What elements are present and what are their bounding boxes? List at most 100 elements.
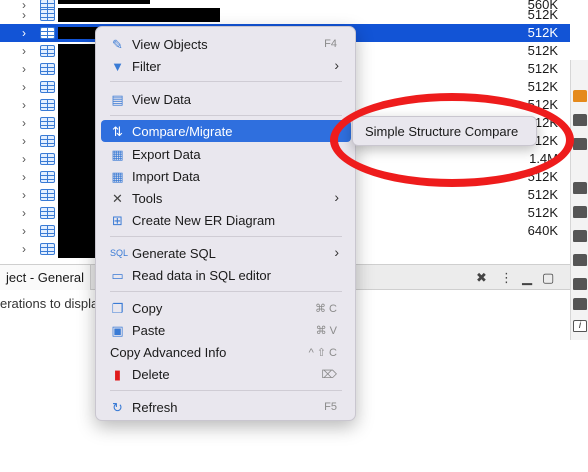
menu-item-export-data[interactable]: ▦ Export Data [101, 143, 351, 165]
folder-icon[interactable] [573, 230, 587, 242]
table-size: 512K [527, 43, 558, 58]
redaction-bar [58, 0, 150, 4]
chevron-right-icon[interactable]: › [22, 134, 26, 148]
menu-item-label: Create New ER Diagram [132, 213, 276, 228]
menu-item-compare-migrate[interactable]: ⇅ Compare/Migrate › [101, 120, 351, 142]
chevron-right-icon[interactable]: › [22, 44, 26, 58]
menu-item-tools[interactable]: ✕ Tools › [101, 187, 351, 209]
chevron-right-icon[interactable]: › [22, 116, 26, 130]
menu-item-label: Refresh [132, 400, 178, 415]
shortcut-label: F4 [324, 38, 337, 50]
sql-icon: SQL [110, 248, 129, 258]
table-icon [40, 99, 55, 111]
chevron-right-icon[interactable]: › [22, 242, 26, 256]
tab-object-general[interactable]: ject - General [0, 265, 92, 290]
shortcut-label: ⌘ V [315, 325, 337, 337]
chevron-right-icon[interactable]: › [22, 170, 26, 184]
menu-item-label: Paste [132, 323, 166, 338]
table-icon [40, 171, 55, 183]
chevron-right-icon[interactable]: › [22, 152, 26, 166]
menu-item-paste[interactable]: ▣ Paste ⌘ V [101, 319, 351, 341]
er-diagram-icon: ⊞ [112, 213, 123, 228]
export-icon: ▦ [111, 147, 124, 162]
table-size: 512K [527, 61, 558, 76]
table-icon [40, 81, 55, 93]
folder-icon[interactable] [573, 254, 587, 266]
menu-item-filter[interactable]: ▼ Filter › [101, 55, 351, 77]
tools-icon: ✕ [112, 191, 123, 206]
chevron-right-icon[interactable]: › [22, 26, 26, 40]
table-icon [40, 45, 55, 57]
chevron-right-icon[interactable]: › [22, 8, 26, 22]
redaction-bar [58, 44, 96, 258]
palette-icon[interactable] [573, 90, 587, 102]
shortcut-label: ⌘ C [315, 303, 337, 315]
table-icon [40, 207, 55, 219]
menu-item-delete[interactable]: ▮ Delete ⌦ [101, 363, 351, 385]
folder-icon[interactable] [573, 278, 587, 290]
menu-item-generate-sql[interactable]: SQL Generate SQL › [101, 242, 351, 264]
table-icon [40, 225, 55, 237]
annotation-ellipse [330, 93, 574, 187]
menu-item-label: Delete [132, 367, 170, 382]
table-icon [40, 117, 55, 129]
menu-item-label: Compare/Migrate [132, 124, 233, 139]
chevron-right-icon: › [334, 244, 339, 260]
table-icon [40, 135, 55, 147]
chevron-right-icon[interactable]: › [22, 224, 26, 238]
shortcut-label: F5 [324, 401, 337, 413]
minimize-icon[interactable]: ▁ [522, 270, 532, 286]
maximize-icon[interactable]: ▢ [542, 270, 554, 286]
menu-item-label: Filter [132, 59, 161, 74]
table-size: 512K [527, 205, 558, 220]
menu-item-copy-advanced-info[interactable]: Copy Advanced Info ^ ⇧ C [101, 341, 351, 363]
menu-item-label: Copy Advanced Info [110, 345, 227, 360]
menu-item-label: View Data [132, 92, 192, 107]
folder-icon[interactable] [573, 206, 587, 218]
table-icon [40, 27, 55, 39]
chevron-right-icon[interactable]: › [22, 98, 26, 112]
eye-icon[interactable] [573, 138, 587, 150]
table-icon [40, 243, 55, 255]
tools-icon[interactable]: ✖ [476, 270, 487, 286]
menu-item-label: Copy [132, 301, 163, 316]
info-icon[interactable]: i [573, 320, 587, 332]
table-icon [40, 153, 55, 165]
chevron-right-icon[interactable]: › [22, 62, 26, 76]
import-icon: ▦ [111, 169, 124, 184]
menu-item-import-data[interactable]: ▦ Import Data [101, 165, 351, 187]
menu-separator [110, 291, 342, 292]
refresh-icon: ↻ [112, 400, 123, 415]
filter-icon: ▼ [111, 59, 124, 74]
right-toolbar: i [570, 60, 588, 340]
shortcut-label: ⌦ [321, 369, 337, 381]
table-size: 512K [527, 7, 558, 22]
sql-editor-icon: ▭ [111, 268, 124, 283]
table-icon [40, 9, 55, 21]
paste-icon: ▣ [111, 323, 124, 338]
menu-item-create-er-diagram[interactable]: ⊞ Create New ER Diagram [101, 209, 351, 231]
chevron-right-icon: › [334, 189, 339, 205]
menu-item-copy[interactable]: ❐ Copy ⌘ C [101, 297, 351, 319]
eye-icon[interactable] [573, 114, 587, 126]
menu-item-read-sql-editor[interactable]: ▭ Read data in SQL editor [101, 264, 351, 286]
chevron-right-icon[interactable]: › [22, 206, 26, 220]
menu-separator [110, 390, 342, 391]
chevron-right-icon: › [334, 57, 339, 73]
menu-item-refresh[interactable]: ↻ Refresh F5 [101, 396, 351, 418]
trash-icon: ▮ [113, 367, 122, 382]
menu-item-label: Tools [132, 191, 163, 206]
folder-icon[interactable] [573, 182, 587, 194]
menu-item-label: Generate SQL [132, 246, 216, 261]
menu-item-view-data[interactable]: ▤ View Data [101, 88, 351, 110]
table-size: 512K [527, 187, 558, 202]
table-size: 512K [527, 79, 558, 94]
table-size: 640K [527, 223, 558, 238]
menu-item-view-objects[interactable]: ✎ View Objects F4 [101, 33, 351, 55]
chevron-right-icon[interactable]: › [22, 80, 26, 94]
folder-icon[interactable] [573, 298, 587, 310]
compare-icon: ⇅ [112, 124, 123, 139]
more-vertical-icon[interactable]: ⋮ [500, 270, 513, 286]
menu-separator [110, 81, 342, 82]
chevron-right-icon[interactable]: › [22, 188, 26, 202]
